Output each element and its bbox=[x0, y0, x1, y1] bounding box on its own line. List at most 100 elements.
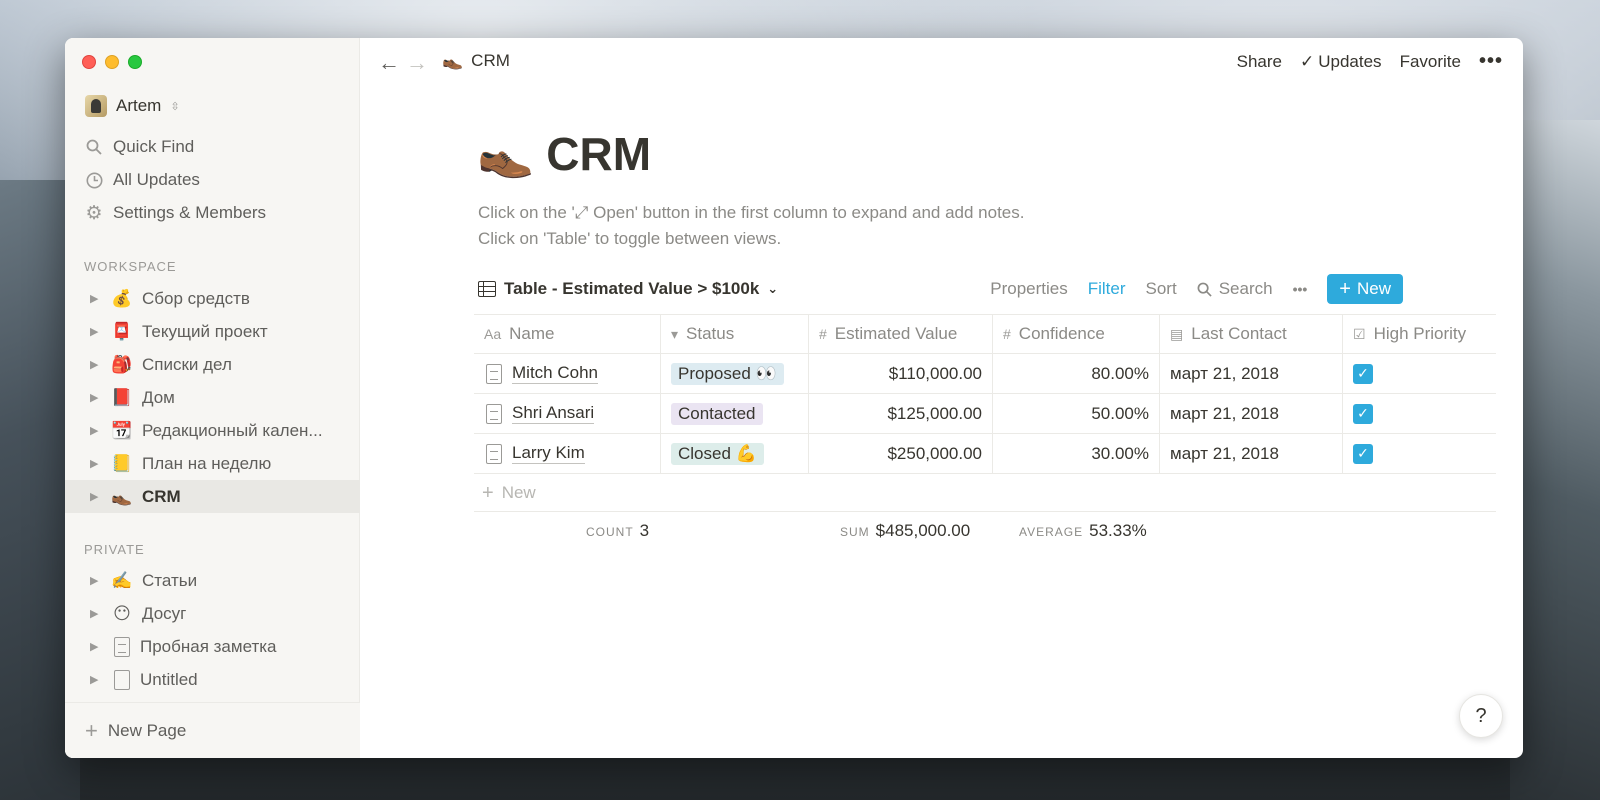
back-arrow-icon[interactable]: ← bbox=[378, 50, 400, 76]
new-page-button[interactable]: + New Page bbox=[65, 702, 360, 758]
checkmark-icon: ✓ bbox=[1299, 51, 1315, 71]
sidebar-quick-find[interactable]: Quick Find bbox=[85, 132, 194, 162]
expand-triangle-icon[interactable]: ▶ bbox=[90, 457, 110, 470]
sidebar-page[interactable]: ▶ 📒 План на неделю bbox=[65, 447, 360, 480]
status-cell[interactable]: Closed 💪 bbox=[661, 434, 809, 473]
sidebar-page[interactable]: ▶ 📕 Дом bbox=[65, 381, 360, 414]
high-priority-cell[interactable]: ✓ bbox=[1343, 354, 1496, 393]
new-record-button[interactable]: + New bbox=[1327, 274, 1403, 304]
estimated-value-cell[interactable]: $125,000.00 bbox=[809, 394, 993, 433]
sidebar-page[interactable]: ▶ 🎒 Списки дел bbox=[65, 348, 360, 381]
record-name[interactable]: Shri Ansari bbox=[512, 403, 595, 424]
column-header-label: Status bbox=[686, 324, 735, 343]
name-cell[interactable]: Shri Ansari bbox=[474, 394, 661, 433]
status-tag: Closed 💪 bbox=[671, 442, 764, 465]
forward-arrow-icon[interactable]: → bbox=[406, 50, 428, 76]
favorite-button[interactable]: Favorite bbox=[1400, 52, 1461, 72]
add-row-button[interactable]: + New bbox=[474, 474, 1496, 512]
record-name[interactable]: Larry Kim bbox=[512, 443, 585, 464]
table-row[interactable]: Larry Kim Closed 💪 $250,000.00 30.00% ма… bbox=[474, 434, 1496, 474]
expand-triangle-icon[interactable]: ▶ bbox=[90, 490, 110, 503]
close-window-button[interactable] bbox=[82, 55, 96, 69]
share-button[interactable]: Share bbox=[1237, 52, 1282, 72]
confidence-cell[interactable]: 50.00% bbox=[993, 394, 1160, 433]
checked-checkbox-icon[interactable]: ✓ bbox=[1353, 363, 1373, 384]
plus-icon: + bbox=[482, 481, 494, 504]
status-cell[interactable]: Contacted bbox=[661, 394, 809, 433]
sidebar-page[interactable]: ▶ 📆 Редакционный кален... bbox=[65, 414, 360, 447]
average-calculation[interactable]: AVERAGE 53.33% bbox=[1019, 521, 1147, 541]
search-button[interactable]: Search bbox=[1197, 279, 1273, 299]
column-header-confidence[interactable]: # Confidence bbox=[993, 315, 1160, 353]
workspace-switcher[interactable]: Artem ⇳ bbox=[85, 95, 180, 117]
column-header-name[interactable]: Aa Name bbox=[474, 315, 661, 353]
breadcrumb[interactable]: 👞 CRM bbox=[442, 51, 510, 71]
view-selector[interactable]: Table - Estimated Value > $100k ⌄ bbox=[478, 279, 778, 299]
topbar-actions: Share ✓ Updates Favorite ••• bbox=[1237, 50, 1503, 73]
expand-triangle-icon[interactable]: ▶ bbox=[90, 358, 110, 371]
name-cell[interactable]: Mitch Cohn bbox=[474, 354, 661, 393]
column-header-high-priority[interactable]: ☑ High Priority bbox=[1343, 315, 1496, 353]
estimated-value-cell[interactable]: $250,000.00 bbox=[809, 434, 993, 473]
column-header-status[interactable]: ▾ Status bbox=[661, 315, 809, 353]
column-header-estimated-value[interactable]: # Estimated Value bbox=[809, 315, 993, 353]
expand-triangle-icon[interactable]: ▶ bbox=[90, 292, 110, 305]
expand-triangle-icon[interactable]: ▶ bbox=[90, 574, 110, 587]
sidebar-page-crm-active[interactable]: ▶ 👞 CRM bbox=[65, 480, 360, 513]
checkbox-property-icon: ☑ bbox=[1353, 325, 1366, 342]
add-row-label: New bbox=[501, 482, 536, 502]
name-cell[interactable]: Larry Kim bbox=[474, 434, 661, 473]
sidebar-page[interactable]: ▶ Untitled bbox=[65, 663, 360, 696]
table-row[interactable]: Shri Ansari Contacted $125,000.00 50.00%… bbox=[474, 394, 1496, 434]
page-emoji-icon: 📒 bbox=[111, 453, 133, 473]
sidebar-page[interactable]: ▶ 💰 Сбор средств bbox=[65, 282, 360, 315]
sidebar-page[interactable]: ▶ 📮 Текущий проект bbox=[65, 315, 360, 348]
last-contact-cell[interactable]: март 21, 2018 bbox=[1160, 354, 1343, 393]
more-options-icon[interactable]: ••• bbox=[1293, 281, 1308, 297]
high-priority-cell[interactable]: ✓ bbox=[1343, 434, 1496, 473]
expand-triangle-icon[interactable]: ▶ bbox=[90, 391, 110, 404]
sidebar-page-label: Сбор средств bbox=[142, 288, 250, 308]
checked-checkbox-icon[interactable]: ✓ bbox=[1353, 403, 1373, 424]
sidebar-page[interactable]: ▶ ✍️ Статьи bbox=[65, 564, 360, 597]
expand-triangle-icon[interactable]: ▶ bbox=[90, 325, 110, 338]
expand-triangle-icon[interactable]: ▶ bbox=[90, 424, 110, 437]
confidence-cell[interactable]: 30.00% bbox=[993, 434, 1160, 473]
estimated-value-cell[interactable]: $110,000.00 bbox=[809, 354, 993, 393]
minimize-window-button[interactable] bbox=[105, 55, 119, 69]
sidebar-all-updates[interactable]: All Updates bbox=[85, 165, 200, 195]
maximize-window-button[interactable] bbox=[128, 55, 142, 69]
sidebar-page[interactable]: ▶ 😶 Досуг bbox=[65, 597, 360, 630]
last-contact-cell[interactable]: март 21, 2018 bbox=[1160, 394, 1343, 433]
column-header-last-contact[interactable]: ▤ Last Contact bbox=[1160, 315, 1343, 353]
last-contact-cell[interactable]: март 21, 2018 bbox=[1160, 434, 1343, 473]
confidence-cell[interactable]: 80.00% bbox=[993, 354, 1160, 393]
more-options-icon[interactable]: ••• bbox=[1479, 50, 1503, 73]
record-name[interactable]: Mitch Cohn bbox=[512, 363, 598, 384]
table-calculations-row: COUNT 3 SUM $485,000.00 AVERAGE 53.33% bbox=[474, 512, 1496, 552]
database-view-bar: Table - Estimated Value > $100k ⌄ Proper… bbox=[478, 273, 1403, 305]
table-row[interactable]: Mitch Cohn Proposed 👀 $110,000.00 80.00%… bbox=[474, 354, 1496, 394]
updates-label: Updates bbox=[1318, 51, 1382, 71]
updates-button[interactable]: ✓ Updates bbox=[1300, 52, 1382, 72]
sidebar-page[interactable]: ▶ Пробная заметка bbox=[65, 630, 360, 663]
properties-button[interactable]: Properties bbox=[990, 279, 1067, 299]
checked-checkbox-icon[interactable]: ✓ bbox=[1353, 443, 1373, 464]
expand-triangle-icon[interactable]: ▶ bbox=[90, 640, 110, 653]
page-emoji-icon: 📆 bbox=[111, 420, 133, 440]
status-cell[interactable]: Proposed 👀 bbox=[661, 354, 809, 393]
expand-triangle-icon[interactable]: ▶ bbox=[90, 607, 110, 620]
sort-button[interactable]: Sort bbox=[1146, 279, 1177, 299]
new-record-label: New bbox=[1356, 279, 1391, 298]
count-calculation[interactable]: COUNT 3 bbox=[586, 521, 649, 541]
sidebar-settings[interactable]: ⚙ Settings & Members bbox=[85, 198, 266, 228]
count-value: 3 bbox=[639, 521, 650, 540]
expand-triangle-icon[interactable]: ▶ bbox=[90, 673, 110, 686]
sidebar-page-label: Дом bbox=[142, 387, 175, 407]
help-button[interactable]: ? bbox=[1459, 694, 1503, 738]
filter-button[interactable]: Filter bbox=[1088, 279, 1126, 299]
column-header-label: Name bbox=[509, 324, 555, 343]
sum-calculation[interactable]: SUM $485,000.00 bbox=[840, 521, 970, 541]
sidebar-page-label: Текущий проект bbox=[142, 321, 268, 341]
high-priority-cell[interactable]: ✓ bbox=[1343, 394, 1496, 433]
